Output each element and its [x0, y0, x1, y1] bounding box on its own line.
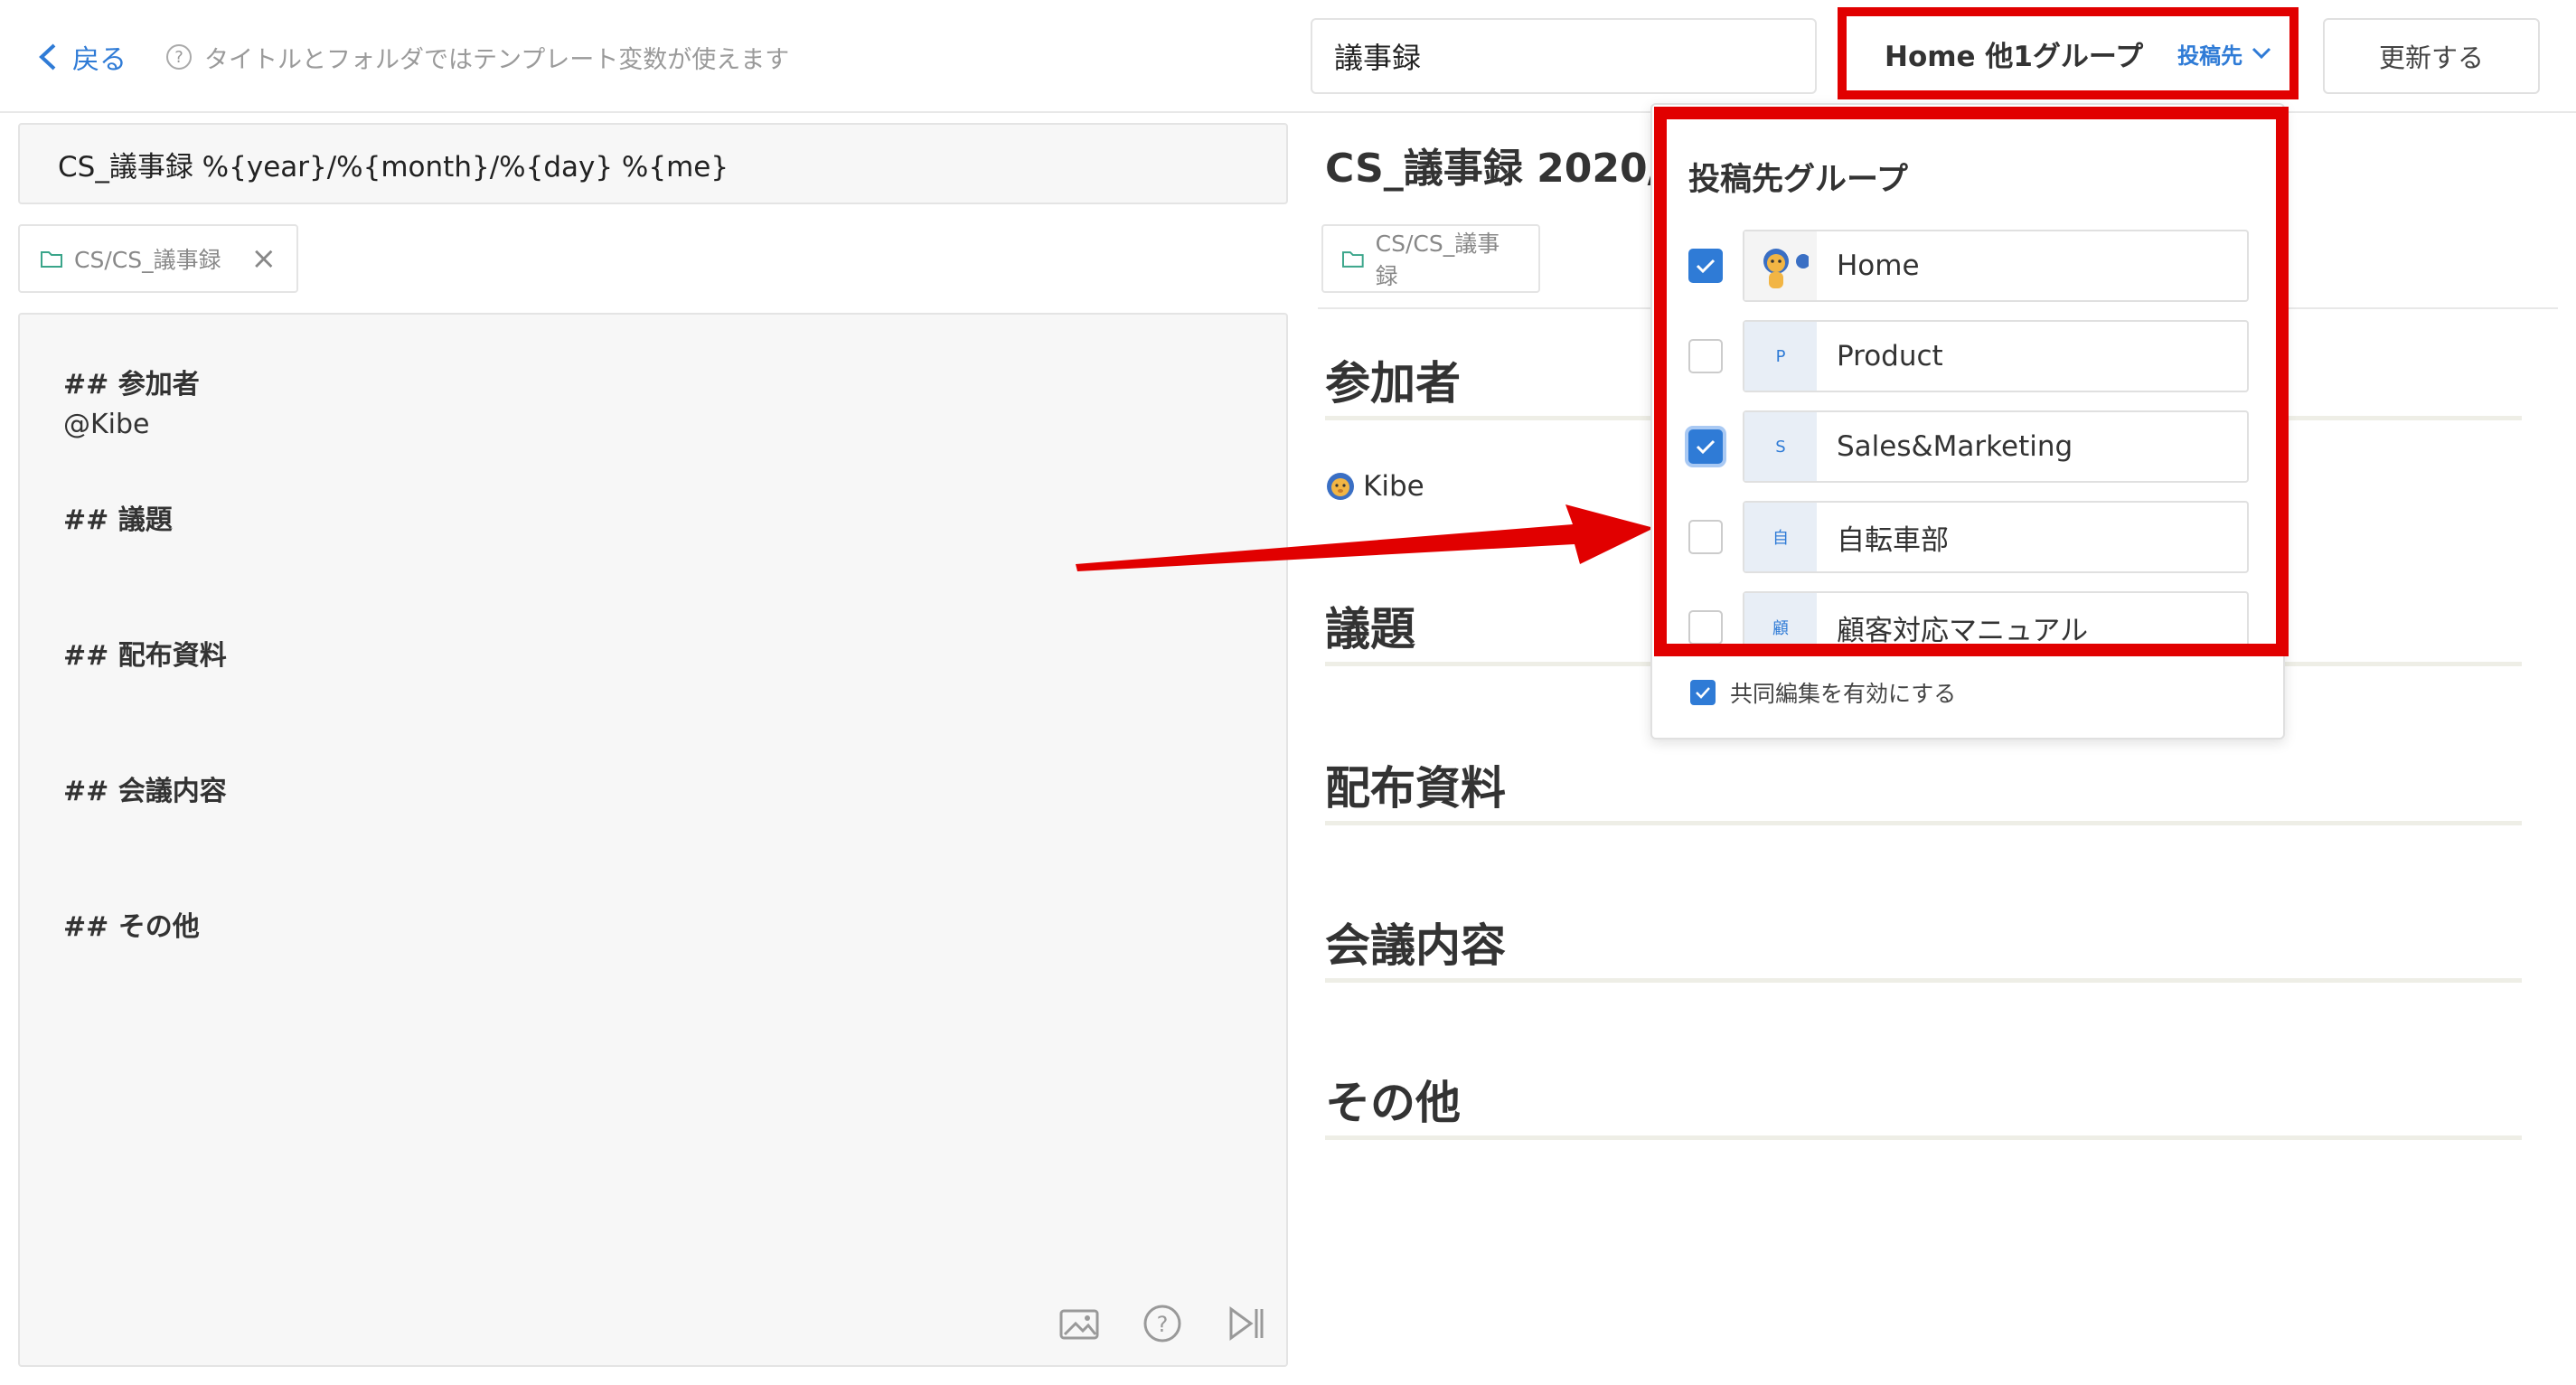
editor-line: ## 配布資料: [63, 640, 227, 672]
toggle-preview-icon[interactable]: [1224, 1304, 1267, 1343]
group-option-bicycle-club[interactable]: 自 自転車部: [1688, 501, 2249, 573]
group-box[interactable]: 顧 顧客対応マニュアル: [1743, 591, 2249, 649]
group-button-label: Home 他1グループ: [1885, 40, 2144, 73]
check-icon: [1696, 687, 1710, 699]
back-label: 戻る: [72, 44, 127, 76]
preview-heading: 参加者: [1325, 357, 1461, 410]
chevron-left-icon: [39, 43, 56, 71]
lion-avatar-icon: [1744, 231, 1817, 300]
checkbox-bicycle-club[interactable]: [1688, 520, 1723, 554]
group-name: Product: [1837, 340, 1943, 372]
preview-heading: その他: [1325, 1077, 1461, 1129]
folder-chip[interactable]: CS/CS_議事録 ×: [18, 224, 298, 293]
back-button[interactable]: 戻る: [36, 34, 127, 80]
update-button[interactable]: 更新する: [2323, 18, 2540, 94]
group-box[interactable]: 自 自転車部: [1743, 501, 2249, 573]
hint-text: タイトルとフォルダではテンプレート変数が使えます: [204, 45, 790, 74]
collab-label: 共同編集を有効にする: [1730, 681, 1957, 707]
document-title-value: CS_議事録 %{year}/%{month}/%{day} %{me}: [58, 150, 729, 184]
divider: [1325, 821, 2522, 825]
preview-heading: 配布資料: [1325, 762, 1506, 815]
document-title-field[interactable]: CS_議事録 %{year}/%{month}/%{day} %{me}: [18, 123, 1288, 204]
folder-chip-label: CS/CS_議事録: [74, 247, 221, 273]
checkbox-customer-manual[interactable]: [1688, 610, 1723, 645]
divider: [1325, 1135, 2522, 1140]
divider: [1325, 978, 2522, 983]
svg-text:?: ?: [1157, 1312, 1169, 1337]
preview-title: CS_議事録 2020/0: [1325, 146, 1690, 192]
editor-line: ## その他: [63, 911, 200, 943]
folder-icon: [1341, 251, 1364, 268]
checkbox-product[interactable]: [1688, 339, 1723, 373]
group-option-product[interactable]: P Product: [1688, 320, 2249, 392]
editor-line: ## 議題: [63, 504, 173, 536]
image-icon[interactable]: [1058, 1304, 1101, 1343]
checkbox-sales-marketing[interactable]: [1688, 429, 1723, 464]
template-hint: ? タイトルとフォルダではテンプレート変数が使えます: [166, 34, 789, 80]
group-list-clip: 顧 顧客対応マニュアル: [1663, 579, 2278, 649]
group-name: Sales&Marketing: [1837, 430, 2073, 463]
editor-line: @Kibe: [63, 409, 150, 440]
title-input-value: 議事録: [1334, 41, 1422, 75]
post-group-button[interactable]: Home 他1グループ 投稿先: [1838, 7, 2299, 99]
folder-icon: [41, 251, 62, 268]
help-icon: ?: [166, 44, 192, 70]
group-initial-icon: 顧: [1744, 593, 1817, 649]
dropdown-title: 投稿先グループ: [1688, 162, 1908, 198]
close-icon[interactable]: ×: [251, 240, 277, 277]
group-button-sub: 投稿先: [2177, 38, 2271, 70]
annotation-arrow: [1076, 504, 1654, 571]
checkbox-home[interactable]: [1688, 249, 1723, 283]
group-box[interactable]: S Sales&Marketing: [1743, 410, 2249, 483]
group-box[interactable]: Home: [1743, 230, 2249, 302]
preview-heading: 会議内容: [1325, 919, 1506, 972]
check-icon: [1696, 439, 1716, 455]
group-initial-icon: S: [1744, 412, 1817, 481]
editor-toolbar: ?: [1058, 1304, 1267, 1343]
collab-edit-option[interactable]: 共同編集を有効にする: [1690, 676, 1956, 709]
chevron-down-icon: [2252, 47, 2271, 60]
preview-folder-chip[interactable]: CS/CS_議事録: [1321, 224, 1540, 293]
group-name: Home: [1837, 250, 1920, 282]
preview-folder-label: CS/CS_議事録: [1375, 231, 1500, 289]
editor-line: ## 会議内容: [63, 776, 227, 807]
group-option-customer-manual[interactable]: 顧 顧客対応マニュアル: [1688, 591, 2249, 649]
group-name: 顧客対応マニュアル: [1837, 614, 2089, 647]
group-option-sales-marketing[interactable]: S Sales&Marketing: [1688, 410, 2249, 483]
group-option-home[interactable]: Home: [1688, 230, 2249, 302]
collab-checkbox[interactable]: [1690, 680, 1716, 705]
group-box[interactable]: P Product: [1743, 320, 2249, 392]
group-initial-icon: 自: [1744, 503, 1817, 571]
editor-line: ## 参加者: [63, 369, 200, 400]
title-input[interactable]: 議事録: [1311, 18, 1817, 94]
preview-heading: 議題: [1325, 603, 1415, 655]
group-button-sub-label: 投稿先: [2177, 42, 2243, 69]
help-icon[interactable]: ?: [1141, 1304, 1184, 1343]
group-initial-icon: P: [1744, 322, 1817, 391]
group-name: 自転車部: [1837, 523, 1949, 557]
check-icon: [1696, 259, 1716, 274]
